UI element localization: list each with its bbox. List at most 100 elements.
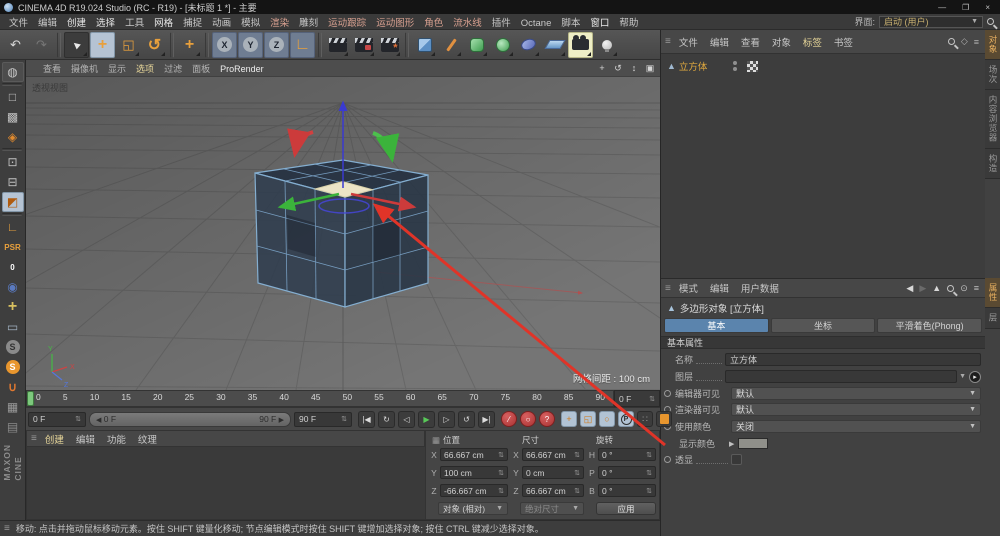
attribute-tab[interactable]: 坐标: [770, 318, 876, 333]
record-keyframe-button[interactable]: ⁄: [501, 411, 517, 427]
z-axis-lock-button[interactable]: Z: [264, 31, 289, 58]
toggle-view-icon[interactable]: ▣: [644, 62, 656, 74]
orbit-icon[interactable]: ↺: [612, 62, 624, 74]
viewport-menu-item[interactable]: ProRender: [215, 64, 269, 74]
viewport-menu-item[interactable]: 显示: [103, 64, 131, 74]
workplane-lock-button[interactable]: ▦: [2, 397, 24, 417]
toolbar-button[interactable]: [205, 31, 209, 58]
menu-item[interactable]: 捕捉: [178, 18, 207, 29]
timeline-ruler[interactable]: 0 5 10 15 20 25 30 35 40 45 50 55 60 65 70 75 80 85 90: [26, 390, 614, 407]
object-manager-menu-item[interactable]: 标签: [797, 38, 828, 49]
toolbar-button[interactable]: [57, 31, 61, 58]
record-circle[interactable]: [664, 456, 671, 463]
frame-range-slider[interactable]: ◀ 0 F 90 F ▶: [89, 411, 291, 427]
spinner-icon[interactable]: ⇅: [649, 395, 655, 403]
psr-label[interactable]: PSR: [2, 237, 24, 257]
toolbar-button[interactable]: [170, 31, 174, 58]
menu-item[interactable]: 创建: [62, 18, 91, 29]
keyframe-options-button[interactable]: ?: [539, 411, 555, 427]
xray-checkbox[interactable]: [731, 454, 742, 465]
object-manager-menu-item[interactable]: 文件: [673, 38, 704, 49]
render-visibility-select[interactable]: 默认 ▼: [731, 403, 981, 416]
current-frame-box[interactable]: 0 F ⇅: [614, 390, 660, 407]
menu-item[interactable]: 角色: [419, 18, 448, 29]
timeline-playhead[interactable]: [27, 391, 34, 406]
forward-icon[interactable]: ▶: [919, 283, 926, 294]
position-x-field[interactable]: 66.667 cm ⇅: [440, 448, 508, 461]
render-view-button[interactable]: [325, 32, 350, 58]
display-color-swatch[interactable]: [738, 438, 769, 449]
object-row-cube[interactable]: ▲ 立方体: [665, 59, 759, 73]
menu-item[interactable]: 工具: [120, 18, 149, 29]
menu-item[interactable]: 脚本: [556, 18, 585, 29]
layer-input[interactable]: [725, 370, 958, 383]
toolbar-button[interactable]: [318, 31, 322, 58]
render-settings-button[interactable]: [377, 32, 402, 58]
attribute-menu-item[interactable]: 编辑: [704, 284, 735, 295]
menu-item[interactable]: Octane: [516, 18, 557, 29]
menu-item[interactable]: 帮助: [614, 18, 643, 29]
tab-takes[interactable]: 场次: [985, 60, 1000, 90]
shield-icon[interactable]: ◇: [961, 36, 968, 47]
object-tree[interactable]: ▲ 立方体: [661, 54, 985, 278]
play-reverse-button[interactable]: ↻: [378, 410, 395, 428]
rotation-p-field[interactable]: 0 ° ⇅: [598, 466, 656, 479]
key-pla-toggle[interactable]: ∷: [637, 411, 653, 427]
material-menu-item[interactable]: 纹理: [132, 435, 163, 446]
render-region-button[interactable]: [351, 32, 376, 58]
left-tool-button[interactable]: [1, 213, 22, 216]
undo-button[interactable]: ↶: [3, 32, 28, 58]
material-menu-item[interactable]: 功能: [101, 435, 132, 446]
floor-button[interactable]: [542, 32, 567, 58]
interface-select[interactable]: 启动 (用户) ▼: [879, 15, 983, 28]
minimize-button[interactable]: —: [938, 3, 946, 12]
menu-item[interactable]: 模拟: [236, 18, 265, 29]
perspective-viewport[interactable]: Y X Z 查看 摄像机 显示 选项 过滤 面板 ProRender + ↺ ↕ ▣ 透视视图 网…: [26, 60, 660, 390]
menu-item[interactable]: 流水线: [448, 18, 487, 29]
maximize-button[interactable]: ❐: [962, 3, 969, 12]
object-manager-menu-item[interactable]: 书签: [828, 38, 859, 49]
menu-item[interactable]: 编辑: [33, 18, 62, 29]
viewport-solo-button[interactable]: ▭: [2, 317, 24, 337]
camera-button[interactable]: [568, 31, 593, 58]
apply-button[interactable]: 应用: [596, 502, 656, 515]
move-tool-button[interactable]: +: [90, 31, 115, 58]
tab-objects[interactable]: 对象: [985, 30, 1000, 60]
name-input[interactable]: 立方体: [725, 353, 981, 366]
deformer-button[interactable]: [490, 32, 515, 58]
attribute-tab[interactable]: 基本: [664, 318, 769, 333]
magnet-snap-button[interactable]: ∪: [2, 377, 24, 397]
dolly-icon[interactable]: ↕: [628, 62, 640, 74]
points-mode-button[interactable]: ⊡: [2, 152, 24, 172]
model-mode-button[interactable]: □: [2, 87, 24, 107]
texture-mode-button[interactable]: ▩: [2, 107, 24, 127]
panel-menu-icon[interactable]: ≡: [31, 433, 37, 444]
menu-item[interactable]: 运动跟踪: [323, 18, 371, 29]
subdivision-surface-button[interactable]: [464, 32, 489, 58]
viewport-menu-item[interactable]: 查看: [38, 64, 66, 74]
menu-item[interactable]: 选择: [91, 18, 120, 29]
tab-structure[interactable]: 构造: [985, 148, 1000, 179]
polygons-mode-button[interactable]: ◩: [1, 192, 24, 212]
key-scale-toggle[interactable]: ◱: [580, 411, 596, 427]
play-forward-button[interactable]: ▶: [418, 410, 435, 428]
snap-enabled-button[interactable]: S: [2, 357, 24, 377]
timeline-film-button[interactable]: [656, 411, 672, 427]
search-icon[interactable]: [947, 38, 955, 45]
pan-icon[interactable]: +: [596, 62, 608, 74]
position-y-field[interactable]: 100 cm ⇅: [440, 466, 508, 479]
psr-zero-label[interactable]: 0: [2, 257, 24, 277]
viewport-menu-item[interactable]: 面板: [187, 64, 215, 74]
close-button[interactable]: ×: [985, 3, 990, 12]
attribute-tab[interactable]: 平滑着色(Phong): [877, 318, 983, 333]
attribute-menu-item[interactable]: 用户数据: [735, 284, 785, 295]
material-menu-item[interactable]: 创建: [39, 435, 70, 446]
attribute-menu-item[interactable]: 模式: [673, 284, 704, 295]
position-z-field[interactable]: -66.667 cm ⇅: [440, 484, 508, 497]
autokey-button[interactable]: ○: [520, 411, 536, 427]
material-menu-item[interactable]: 编辑: [70, 435, 101, 446]
panel-menu-icon[interactable]: ≡: [665, 36, 671, 47]
key-parameter-toggle[interactable]: P: [618, 411, 634, 427]
expand-arrow-icon[interactable]: ▶: [729, 440, 734, 448]
size-mode-select[interactable]: 绝对尺寸 ▼: [520, 502, 584, 515]
